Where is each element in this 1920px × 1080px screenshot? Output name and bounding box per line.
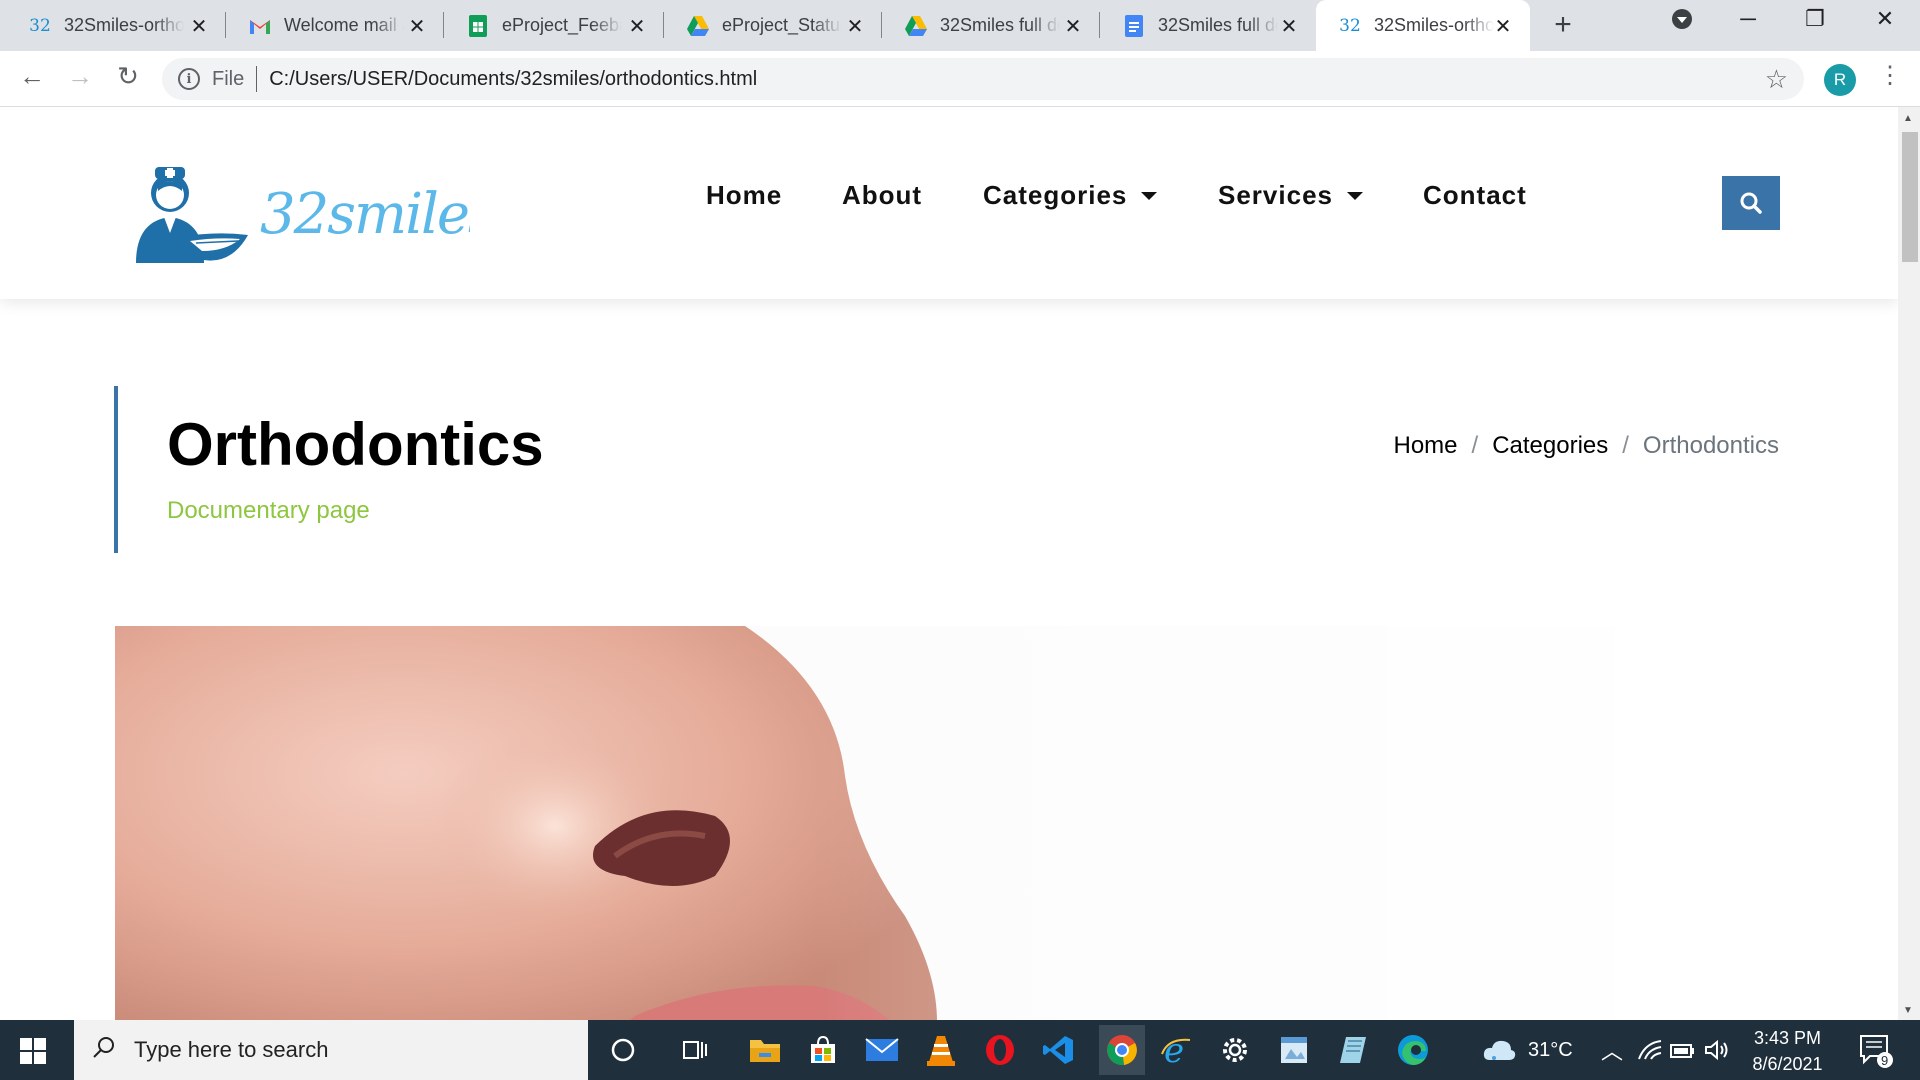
close-tab-icon[interactable]: ✕ — [1278, 14, 1300, 39]
site-search-button[interactable] — [1722, 176, 1780, 230]
nav-contact[interactable]: Contact — [1423, 180, 1527, 211]
chrome-icon[interactable] — [1099, 1025, 1145, 1075]
battery-icon[interactable] — [1670, 1020, 1696, 1080]
tab-2[interactable]: Welcome mail and ✕ — [226, 0, 444, 51]
minimize-button[interactable]: ─ — [1733, 6, 1763, 32]
sheets-icon — [466, 14, 490, 38]
drive-icon — [686, 14, 710, 38]
tab-5[interactable]: 32Smiles full doc ✕ — [882, 0, 1100, 51]
gmail-icon — [248, 14, 272, 38]
close-tab-icon[interactable]: ✕ — [188, 14, 210, 39]
nav-services[interactable]: Services — [1218, 180, 1363, 211]
breadcrumb: Home / Categories / Orthodontics — [1393, 432, 1779, 460]
search-icon — [1740, 192, 1762, 214]
info-icon[interactable]: i — [178, 68, 200, 90]
scroll-up-icon[interactable]: ▲ — [1903, 113, 1913, 124]
title-accent-bar — [114, 386, 118, 553]
close-tab-icon[interactable]: ✕ — [1492, 14, 1514, 39]
nav-about[interactable]: About — [842, 180, 922, 211]
internet-explorer-icon[interactable]: e — [1157, 1030, 1197, 1070]
store-icon[interactable] — [803, 1030, 843, 1070]
tab-1[interactable]: 32 32Smiles-orthodontics ✕ — [6, 0, 226, 51]
url-text[interactable]: C:/Users/USER/Documents/32smiles/orthodo… — [269, 68, 757, 91]
tab-4[interactable]: eProject_Status ✕ — [664, 0, 882, 51]
tab-search-button[interactable] — [1667, 8, 1697, 36]
site-logo[interactable]: 32smiles — [130, 155, 497, 265]
address-bar[interactable]: i File C:/Users/USER/Documents/32smiles/… — [162, 58, 1804, 100]
close-tab-icon[interactable]: ✕ — [406, 14, 428, 39]
edge-icon[interactable] — [1393, 1030, 1433, 1070]
profile-avatar[interactable]: R — [1824, 64, 1856, 96]
settings-gear-icon[interactable] — [1215, 1030, 1255, 1070]
scrollbar-thumb[interactable] — [1902, 132, 1918, 262]
site-header: 32smiles Home About Categories Services … — [0, 107, 1898, 299]
scroll-down-icon[interactable]: ▼ — [1903, 1005, 1913, 1016]
browser-menu-icon[interactable]: ⋮ — [1878, 61, 1902, 90]
breadcrumb-home[interactable]: Home — [1393, 432, 1457, 460]
cortana-icon[interactable] — [603, 1030, 643, 1070]
restore-button[interactable]: ❐ — [1800, 6, 1830, 32]
notification-center-icon[interactable]: 9 — [1858, 1034, 1894, 1073]
weather-widget[interactable]: 31°C — [1482, 1020, 1573, 1080]
close-tab-icon[interactable]: ✕ — [626, 14, 648, 39]
tab-3[interactable]: eProject_Feeback ✕ — [444, 0, 664, 51]
32smiles-favicon: 32 — [1339, 15, 1361, 36]
svg-text:32smiles: 32smiles — [260, 182, 470, 247]
task-view-icon[interactable] — [675, 1030, 715, 1070]
windows-taskbar: Type here to search e 31°C ︿ 3:43 PM 8/6… — [0, 1020, 1920, 1080]
breadcrumb-current: Orthodontics — [1642, 432, 1779, 459]
show-hidden-icons-icon[interactable]: ︿ — [1601, 1020, 1623, 1080]
chevron-down-icon — [1141, 191, 1158, 200]
close-tab-icon[interactable]: ✕ — [844, 14, 866, 39]
forward-icon[interactable]: → — [62, 61, 98, 92]
nav-categories[interactable]: Categories — [983, 180, 1158, 211]
file-explorer-icon[interactable] — [745, 1030, 785, 1070]
vscode-icon[interactable] — [1038, 1030, 1078, 1070]
search-icon — [92, 1035, 116, 1065]
notification-count: 9 — [1881, 1053, 1888, 1068]
taskbar-search-box[interactable]: Type here to search — [74, 1020, 588, 1080]
page-title: Orthodontics — [167, 411, 544, 478]
chevron-down-icon — [1346, 191, 1363, 200]
vlc-icon[interactable] — [921, 1030, 961, 1070]
page-subtitle: Documentary page — [167, 497, 370, 524]
cloud-icon — [1483, 1040, 1516, 1060]
close-tab-icon[interactable]: ✕ — [1062, 14, 1084, 39]
browser-toolbar: ← → ↻ i File C:/Users/USER/Documents/32s… — [0, 51, 1920, 107]
reload-icon[interactable]: ↻ — [110, 61, 146, 92]
tab-active[interactable]: 32 32Smiles-orthodontics ✕ — [1316, 0, 1530, 51]
browser-tab-strip: 32 32Smiles-orthodontics ✕ Welcome mail … — [0, 0, 1920, 51]
docs-icon — [1122, 14, 1146, 38]
page-scrollbar[interactable]: ▲ ▼ — [1898, 107, 1920, 1020]
nav-home[interactable]: Home — [706, 180, 782, 211]
network-icon[interactable] — [1637, 1020, 1663, 1080]
new-tab-button[interactable]: + — [1545, 8, 1581, 42]
breadcrumb-categories[interactable]: Categories — [1492, 432, 1608, 460]
page-viewport: 32smiles Home About Categories Services … — [0, 107, 1898, 1020]
drive-icon — [904, 14, 928, 38]
taskbar-clock[interactable]: 3:43 PM 8/6/2021 — [1740, 1025, 1835, 1077]
hero-image — [115, 626, 1615, 1020]
back-icon[interactable]: ← — [14, 61, 50, 92]
windows-start-icon[interactable] — [20, 1038, 46, 1069]
notepad-icon[interactable] — [1333, 1030, 1373, 1070]
svg-text:e: e — [1164, 1034, 1184, 1066]
volume-icon[interactable] — [1704, 1020, 1730, 1080]
tab-6[interactable]: 32Smiles full doc ✕ — [1100, 0, 1316, 51]
mail-icon[interactable] — [862, 1030, 902, 1070]
opera-icon[interactable] — [980, 1030, 1020, 1070]
app-icon[interactable] — [1274, 1030, 1314, 1070]
32smiles-favicon: 32 — [29, 15, 51, 36]
bookmark-star-icon[interactable]: ☆ — [1765, 64, 1788, 95]
close-window-button[interactable]: ✕ — [1870, 6, 1900, 32]
